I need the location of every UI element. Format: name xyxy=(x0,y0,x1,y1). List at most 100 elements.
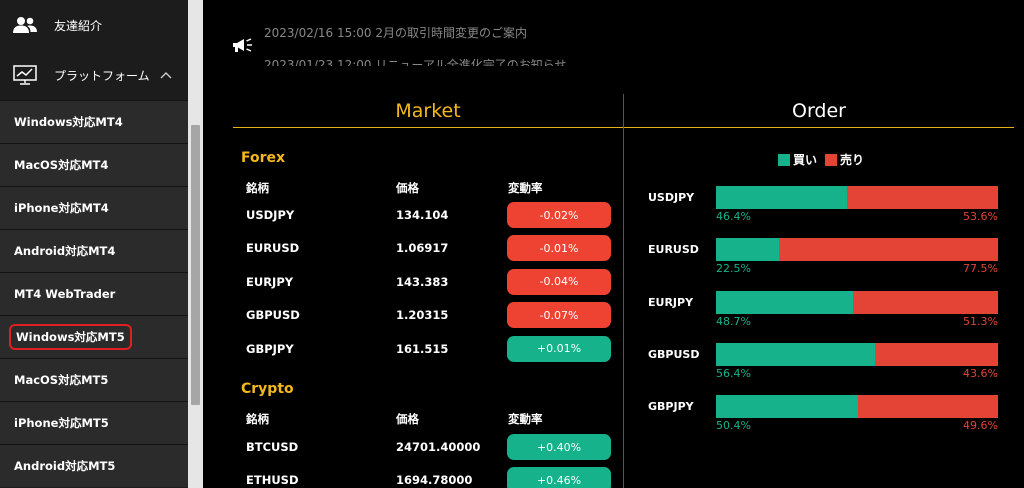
forex-header-price: 価格 xyxy=(396,181,419,195)
sidebar-subitem-label: MT4 WebTrader xyxy=(14,287,116,301)
order-symbol: GBPJPY xyxy=(648,400,694,414)
sidebar-subitem-label: iPhone対応MT5 xyxy=(14,416,109,430)
row-symbol: USDJPY xyxy=(246,208,295,222)
forex-title: Forex xyxy=(241,150,286,166)
buy-fill xyxy=(716,290,854,314)
buy-percent: 46.4% xyxy=(716,210,751,223)
buy-fill xyxy=(716,186,847,209)
market-title: Market xyxy=(395,100,461,122)
order-bar xyxy=(716,395,998,419)
order-bar xyxy=(716,238,998,262)
platform-submenu: Windows対応MT4 MacOS対応MT4 iPhone対応MT4 Android… xyxy=(0,100,188,487)
sidebar-subitem[interactable]: Android対応MT4 xyxy=(0,229,188,272)
row-symbol: ETHUSD xyxy=(246,473,299,488)
crypto-title: Crypto xyxy=(241,381,294,397)
news-item[interactable]: 2023/02/16 15:00 2月の取引時間変更のご案内 xyxy=(264,24,527,41)
legend-sell-label: 売り xyxy=(840,153,865,167)
buy-fill xyxy=(716,342,876,366)
order-bar xyxy=(716,290,998,314)
row-price: 161.515 xyxy=(396,341,449,356)
row-price: 1.20315 xyxy=(396,308,449,323)
order-title: Order xyxy=(792,100,846,122)
sell-percent: 51.3% xyxy=(963,314,998,328)
sell-fill xyxy=(846,186,998,209)
legend-buy-swatch xyxy=(778,153,790,166)
buy-percent: 22.5% xyxy=(716,262,751,276)
crypto-header-change: 変動率 xyxy=(508,412,543,426)
change-badge: -0.02% xyxy=(507,202,611,228)
change-badge: -0.07% xyxy=(507,302,611,329)
change-badge: -0.01% xyxy=(507,235,611,262)
sidebar-subitem[interactable]: iPhone対応MT4 xyxy=(0,186,188,229)
sidebar: 友達紹介 プラットフォーム Windows対応MT4 MacOS対応MT4 iPho… xyxy=(0,0,188,488)
sidebar-top: 友達紹介 プラットフォーム xyxy=(0,0,188,100)
sidebar-subitem[interactable]: MacOS対応MT4 xyxy=(0,143,188,186)
sidebar-subitem-label: Android対応MT4 xyxy=(14,244,116,258)
sidebar-subitem[interactable]: Windows対応MT5 xyxy=(0,315,188,358)
monitor-chart-icon xyxy=(12,65,38,85)
row-price: 134.104 xyxy=(396,208,449,222)
order-symbol: USDJPY xyxy=(648,191,695,204)
news-ticker: 2023/02/16 15:00 2月の取引時間変更のご案内 2023/01/2… xyxy=(230,18,620,66)
buy-fill xyxy=(716,238,780,262)
sidebar-subitem[interactable]: iPhone対応MT5 xyxy=(0,401,188,444)
row-symbol: GBPUSD xyxy=(246,308,300,323)
sell-percent: 49.6% xyxy=(963,419,998,433)
sidebar-item-platform-label: プラットフォーム xyxy=(54,68,150,83)
row-symbol: EURJPY xyxy=(246,274,294,289)
sidebar-subitem-label: MacOS対応MT5 xyxy=(14,373,109,387)
megaphone-icon xyxy=(232,38,254,54)
sidebar-subitem[interactable]: Windows対応MT4 xyxy=(0,100,188,143)
buy-fill xyxy=(716,395,859,419)
order-symbol: EURUSD xyxy=(648,243,699,257)
change-badge: +0.46% xyxy=(507,467,611,488)
sell-percent: 77.5% xyxy=(963,262,998,276)
chevron-up-icon[interactable] xyxy=(160,68,178,82)
sidebar-subitem-label: Windows対応MT5 xyxy=(9,324,132,350)
row-price: 1694.78000 xyxy=(396,473,473,488)
row-price: 24701.40000 xyxy=(396,440,481,454)
news-item[interactable]: 2023/01/23 12:00 リニューアル全進化完了のお知らせ xyxy=(264,56,567,66)
sidebar-item-platform[interactable]: プラットフォーム xyxy=(0,50,188,100)
change-badge: +0.40% xyxy=(507,434,611,460)
legend-sell-swatch xyxy=(825,153,838,166)
row-symbol: GBPJPY xyxy=(246,341,294,356)
row-price: 143.383 xyxy=(396,274,449,289)
order-symbol: EURJPY xyxy=(648,295,694,309)
change-badge: -0.04% xyxy=(507,268,611,295)
column-divider xyxy=(623,94,624,488)
sell-fill xyxy=(853,290,998,314)
order-symbol: GBPUSD xyxy=(648,347,700,361)
order-bar xyxy=(716,186,998,209)
crypto-header-price: 価格 xyxy=(396,412,419,426)
sidebar-subitem-label: MacOS対応MT4 xyxy=(14,158,109,172)
legend-buy: 買い xyxy=(778,151,817,168)
legend-buy-label: 買い xyxy=(793,153,818,167)
forex-header-change: 変動率 xyxy=(508,181,543,195)
sell-fill xyxy=(858,395,998,419)
sidebar-subitem-label: iPhone対応MT4 xyxy=(14,201,109,215)
row-symbol: BTCUSD xyxy=(246,440,299,454)
crypto-header-symbol: 銘柄 xyxy=(246,412,269,426)
sidebar-subitem[interactable]: MacOS対応MT5 xyxy=(0,358,188,401)
order-legend: 買い 売り xyxy=(778,151,872,168)
sell-percent: 53.6% xyxy=(963,210,998,223)
sidebar-item-friend-label: 友達紹介 xyxy=(54,18,103,33)
legend-sell: 売り xyxy=(825,151,864,168)
order-bar xyxy=(716,342,998,366)
sidebar-subitem-label: Windows対応MT4 xyxy=(14,115,123,129)
sidebar-subitem-label: Android対応MT5 xyxy=(14,459,116,473)
forex-header-symbol: 銘柄 xyxy=(246,181,269,195)
sidebar-subitem[interactable]: MT4 WebTrader xyxy=(0,272,188,315)
scrollbar-thumb[interactable] xyxy=(191,125,200,405)
users-icon xyxy=(12,15,38,35)
row-symbol: EURUSD xyxy=(246,241,300,256)
sidebar-item-friend[interactable]: 友達紹介 xyxy=(0,0,188,50)
buy-percent: 56.4% xyxy=(716,366,751,380)
sidebar-subitem[interactable]: Android対応MT5 xyxy=(0,444,188,487)
change-badge: +0.01% xyxy=(507,335,611,362)
buy-percent: 50.4% xyxy=(716,419,751,433)
sell-fill xyxy=(875,342,998,366)
buy-percent: 48.7% xyxy=(716,314,751,328)
sidebar-scrollbar[interactable] xyxy=(188,0,203,488)
